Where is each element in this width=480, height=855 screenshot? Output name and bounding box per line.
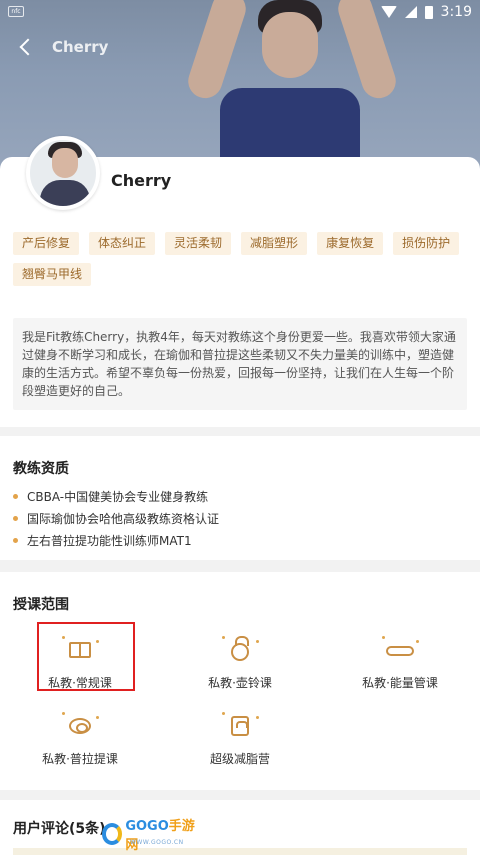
- course-energy-tube[interactable]: 私教·能量管课: [335, 636, 465, 698]
- signal-icon: [404, 6, 417, 18]
- course-pilates[interactable]: 私教·普拉提课: [15, 712, 145, 774]
- back-arrow-icon[interactable]: [16, 36, 38, 58]
- comments-section: 用户评论(5条): [0, 800, 480, 855]
- selection-highlight: [37, 622, 135, 691]
- scale-icon: [222, 712, 259, 738]
- clock: 3:19: [440, 4, 472, 20]
- qualification-item: 国际瑜伽协会哈他高级教练资格认证: [13, 510, 219, 532]
- qualification-item: 左右普拉提功能性训练师MAT1: [13, 532, 219, 554]
- qualification-item: CBBA-中国健美协会专业健身教练: [13, 488, 219, 510]
- course-label: 超级减脂营: [209, 752, 270, 766]
- kettlebell-icon: [222, 636, 259, 662]
- notification-icon: nfc: [8, 6, 24, 17]
- qualifications-section: 教练资质 CBBA-中国健美协会专业健身教练 国际瑜伽协会哈他高级教练资格认证 …: [0, 436, 480, 560]
- wifi-icon: [380, 6, 397, 18]
- section-title: 教练资质: [13, 461, 69, 477]
- tag: 体态纠正: [89, 232, 156, 255]
- watermark-url: WWW.GOGO.CN: [130, 839, 184, 846]
- logo-ring-icon: [102, 823, 123, 845]
- battery-icon: [424, 5, 433, 19]
- coach-name: Cherry: [111, 171, 172, 190]
- course-scope-section: 授课范围 私教·常规课 私教·壶铃课 私教·能量管课 私教·普拉提课 超级减脂营: [0, 572, 480, 790]
- course-label: 私教·能量管课: [362, 676, 438, 690]
- section-title[interactable]: 用户评论(5条): [13, 818, 106, 838]
- course-label: 私教·普拉提课: [42, 752, 118, 766]
- watermark-brand-a: GOGO: [125, 819, 169, 834]
- tag: 减脂塑形: [241, 232, 308, 255]
- watermark-logo: GOGO手游网 WWW.GOGO.CN: [102, 819, 198, 853]
- status-bar: nfc 3:19: [0, 0, 480, 24]
- comment-preview: [13, 848, 467, 855]
- section-title: 授课范围: [13, 597, 69, 613]
- tag: 损伤防护: [393, 232, 460, 255]
- page-title: Cherry: [52, 38, 109, 56]
- pilates-roll-icon: [62, 712, 99, 738]
- energy-tube-icon: [382, 636, 419, 662]
- course-label: 私教·壶铃课: [208, 676, 272, 690]
- tag: 产后修复: [13, 232, 80, 255]
- specialty-tags: 产后修复 体态纠正 灵活柔韧 减脂塑形 康复恢复 损伤防护 翘臀马甲线: [13, 232, 467, 286]
- course-fat-loss-camp[interactable]: 超级减脂营: [175, 712, 305, 774]
- coach-bio: 我是Fit教练Cherry，执教4年，每天对教练这个身份更爱一些。我喜欢带领大家…: [13, 318, 467, 410]
- tag: 康复恢复: [317, 232, 384, 255]
- tag: 灵活柔韧: [165, 232, 232, 255]
- avatar: [26, 136, 100, 210]
- course-kettlebell[interactable]: 私教·壶铃课: [175, 636, 305, 698]
- tag: 翘臀马甲线: [13, 263, 92, 286]
- top-nav: Cherry: [0, 28, 480, 68]
